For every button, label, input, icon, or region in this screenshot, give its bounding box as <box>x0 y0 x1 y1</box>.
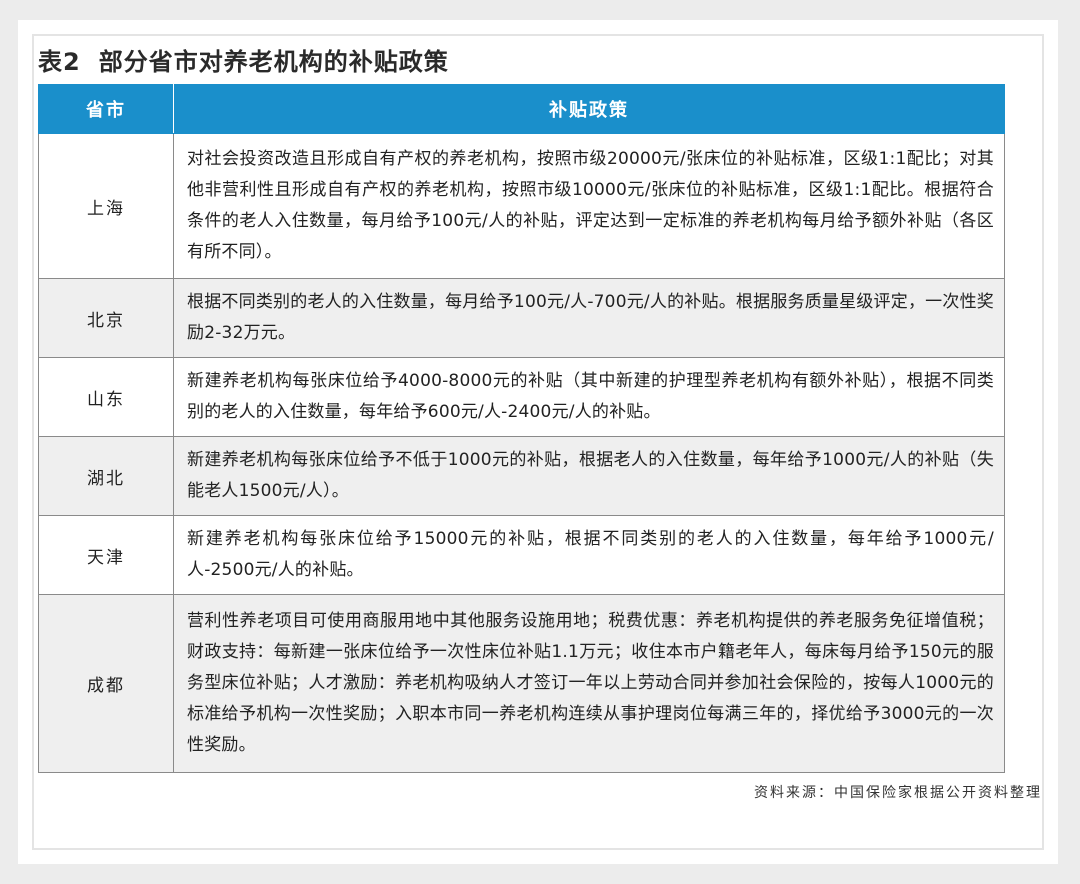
province-cell: 北京 <box>38 278 174 358</box>
table-row: 湖北 新建养老机构每张床位给予不低于1000元的补贴，根据老人的入住数量，每年给… <box>38 436 1005 516</box>
table-row: 山东 新建养老机构每张床位给予4000-8000元的补贴（其中新建的护理型养老机… <box>38 357 1005 437</box>
source-note: 资料来源：中国保险家根据公开资料整理 <box>754 785 1042 801</box>
table-row: 北京 根据不同类别的老人的入住数量，每月给予100元/人-700元/人的补贴。根… <box>38 278 1005 358</box>
policy-cell: 新建养老机构每张床位给予15000元的补贴，根据不同类别的老人的入住数量，每年给… <box>173 515 1005 595</box>
policy-cell: 根据不同类别的老人的入住数量，每月给予100元/人-700元/人的补贴。根据服务… <box>173 278 1005 358</box>
subsidy-policy-table: 省市 补贴政策 上海 对社会投资改造且形成自有产权的养老机构，按照市级20000… <box>38 84 1005 773</box>
province-cell: 上海 <box>38 133 174 279</box>
table-number: 表2 <box>38 48 81 76</box>
province-cell: 天津 <box>38 515 174 595</box>
table-header-row: 省市 补贴政策 <box>38 84 1005 134</box>
policy-cell: 新建养老机构每张床位给予4000-8000元的补贴（其中新建的护理型养老机构有额… <box>173 357 1005 437</box>
table-row: 成都 营利性养老项目可使用商服用地中其他服务设施用地；税费优惠：养老机构提供的养… <box>38 594 1005 773</box>
policy-cell: 营利性养老项目可使用商服用地中其他服务设施用地；税费优惠：养老机构提供的养老服务… <box>173 594 1005 773</box>
province-cell: 山东 <box>38 357 174 437</box>
policy-cell: 对社会投资改造且形成自有产权的养老机构，按照市级20000元/张床位的补贴标准，… <box>173 133 1005 279</box>
province-cell: 湖北 <box>38 436 174 516</box>
table-title-text: 部分省市对养老机构的补贴政策 <box>98 48 449 76</box>
province-cell: 成都 <box>38 594 174 773</box>
table-title: 表2 部分省市对养老机构的补贴政策 <box>38 42 449 77</box>
table-row: 天津 新建养老机构每张床位给予15000元的补贴，根据不同类别的老人的入住数量，… <box>38 515 1005 595</box>
column-header-policy: 补贴政策 <box>173 84 1005 134</box>
column-header-province: 省市 <box>38 84 174 134</box>
table-row: 上海 对社会投资改造且形成自有产权的养老机构，按照市级20000元/张床位的补贴… <box>38 133 1005 279</box>
policy-cell: 新建养老机构每张床位给予不低于1000元的补贴，根据老人的入住数量，每年给予10… <box>173 436 1005 516</box>
